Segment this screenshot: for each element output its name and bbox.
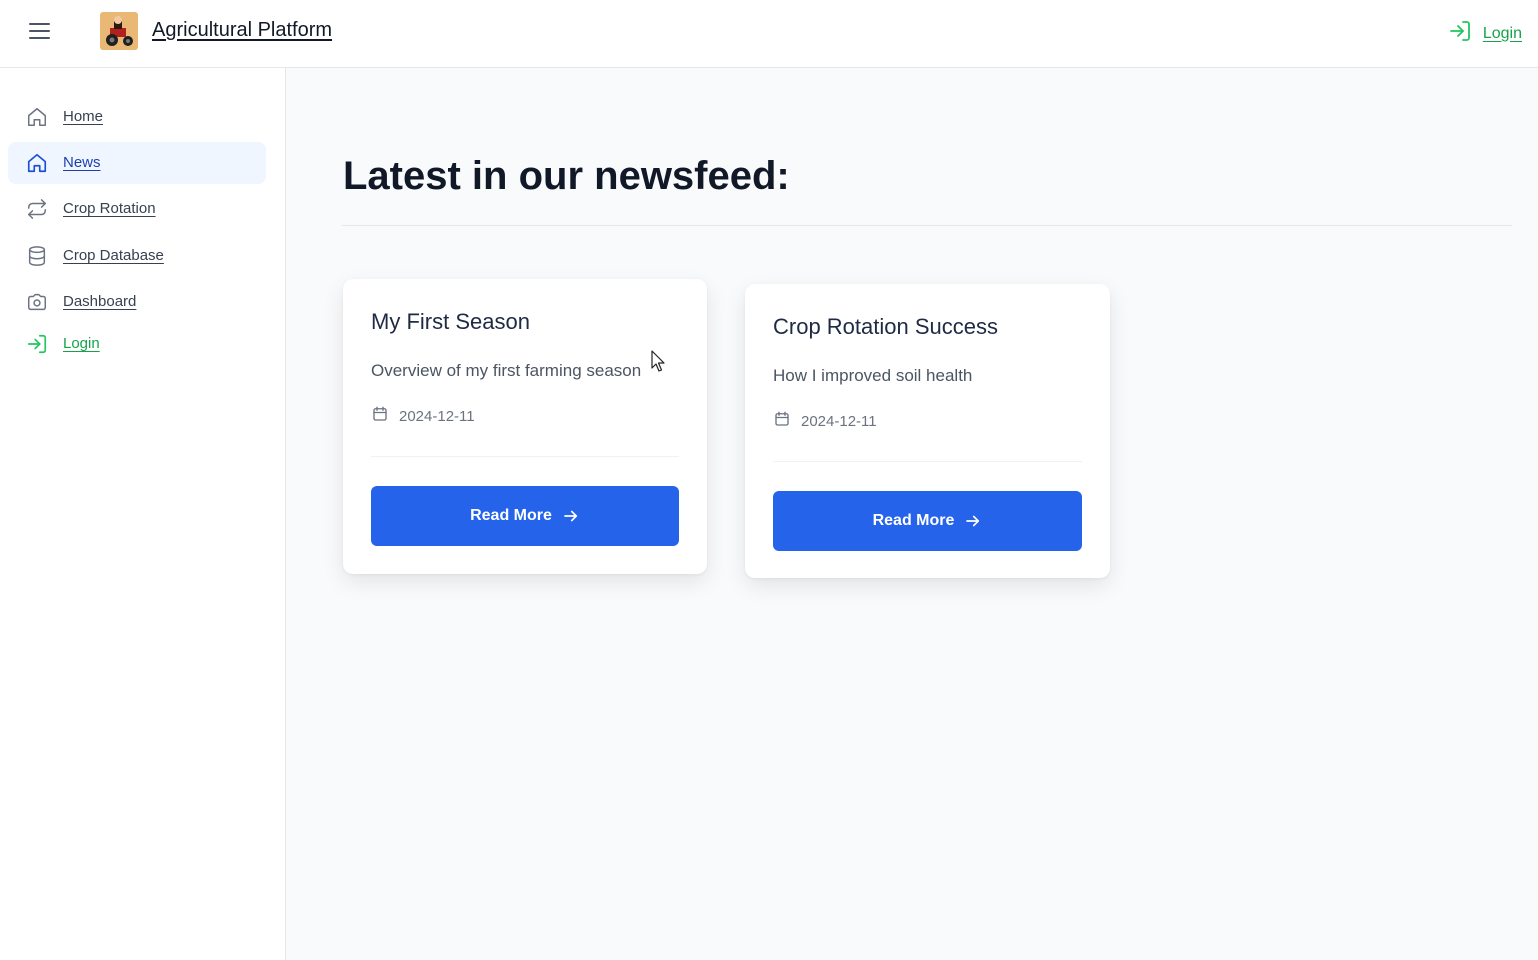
card-divider [371, 456, 679, 457]
card-date-text: 2024-12-11 [801, 413, 877, 430]
login-icon [26, 333, 48, 355]
brand-logo[interactable] [100, 12, 138, 50]
sidebar: Home News Crop Rotation Crop Database Da… [0, 68, 286, 960]
home-icon [26, 106, 48, 128]
sidebar-item-dashboard[interactable]: Dashboard [8, 281, 266, 323]
sidebar-item-crop-rotation[interactable]: Crop Rotation [8, 188, 266, 230]
card-description: Overview of my first farming season [371, 361, 642, 380]
sidebar-item-login[interactable]: Login [8, 323, 266, 365]
home-icon [26, 152, 48, 174]
sidebar-item-label: Crop Database [63, 247, 164, 264]
sidebar-item-news[interactable]: News [8, 142, 266, 184]
read-more-label: Read More [470, 507, 552, 524]
sidebar-item-label: Crop Rotation [63, 200, 156, 217]
hamburger-menu-icon[interactable] [26, 18, 54, 44]
read-more-button[interactable]: Read More [371, 486, 679, 546]
mouse-cursor-icon [651, 350, 667, 374]
database-icon [26, 245, 48, 267]
read-more-label: Read More [872, 512, 955, 529]
arrow-right-icon [562, 507, 580, 525]
sidebar-item-crop-database[interactable]: Crop Database [8, 235, 266, 277]
card-title: My First Season [371, 309, 530, 334]
header-login-label: Login [1482, 24, 1522, 42]
sidebar-item-label: News [63, 154, 101, 171]
calendar-icon [371, 405, 389, 428]
card-divider [773, 461, 1082, 462]
card-date: 2024-12-11 [371, 405, 475, 428]
repeat-icon [26, 198, 48, 220]
sidebar-item-label: Dashboard [63, 293, 137, 310]
top-bar: Agricultural Platform Login [0, 0, 1538, 68]
sidebar-item-label: Home [63, 108, 104, 125]
arrow-right-icon [964, 512, 982, 530]
sidebar-item-home[interactable]: Home [8, 96, 266, 138]
card-date-text: 2024-12-11 [399, 408, 475, 425]
card-title: Crop Rotation Success [773, 314, 998, 339]
calendar-icon [773, 410, 791, 433]
news-card: Crop Rotation Success How I improved soi… [745, 284, 1110, 578]
card-date: 2024-12-11 [773, 410, 877, 433]
brand-title[interactable]: Agricultural Platform [152, 19, 332, 42]
main-content: Latest in our newsfeed: My First Season … [286, 68, 1538, 960]
login-icon [1447, 19, 1473, 48]
read-more-button[interactable]: Read More [773, 491, 1082, 551]
news-card: My First Season Overview of my first far… [343, 279, 707, 574]
camera-icon [26, 291, 48, 313]
heading-divider [342, 225, 1512, 226]
header-login-link[interactable]: Login [1447, 19, 1522, 48]
sidebar-item-label: Login [63, 335, 100, 352]
card-description: How I improved soil health [773, 366, 973, 385]
page-title: Latest in our newsfeed: [343, 154, 790, 198]
